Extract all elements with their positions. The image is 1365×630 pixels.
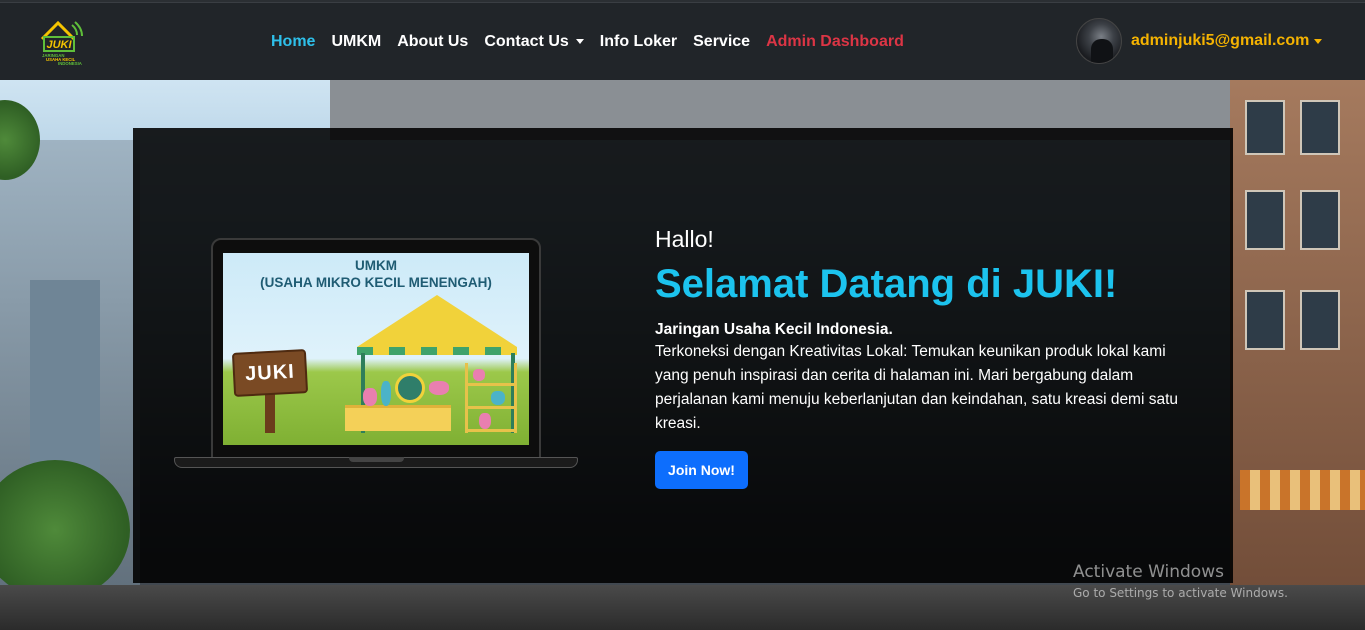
shop-awning xyxy=(1240,470,1365,510)
hero-headline: Selamat Datang di JUKI! xyxy=(655,262,1118,306)
main-nav: Home UMKM About Us Contact Us Info Loker… xyxy=(271,3,904,80)
pottery-icon xyxy=(479,413,491,429)
pottery-icon xyxy=(491,391,505,405)
hero-greeting: Hallo! xyxy=(655,226,714,252)
juki-sign: JUKI xyxy=(231,349,309,397)
hero-subheading: Jaringan Usaha Kecil Indonesia. xyxy=(655,321,893,338)
laptop-screen-frame: UMKM (USAHA MIKRO KECIL MENENGAH) JUKI xyxy=(211,238,541,459)
building-window xyxy=(1300,100,1340,155)
pottery-icon xyxy=(473,369,485,381)
building-window xyxy=(1300,190,1340,250)
hero-banner: UMKM (USAHA MIKRO KECIL MENENGAH) JUKI H… xyxy=(133,128,1233,583)
laptop-notch xyxy=(349,457,404,462)
nav-home[interactable]: Home xyxy=(271,33,315,51)
building-window xyxy=(1245,290,1285,350)
svg-text:JUKI: JUKI xyxy=(46,39,72,51)
chevron-down-icon xyxy=(1314,38,1323,44)
laptop-illustration: UMKM (USAHA MIKRO KECIL MENENGAH) JUKI xyxy=(174,238,578,470)
building-window xyxy=(1300,290,1340,350)
pottery-icon xyxy=(363,388,377,406)
navbar: JUKI JARINGAN USAHA KECIL INDONESIA Home… xyxy=(0,3,1365,80)
join-now-button[interactable]: Join Now! xyxy=(655,451,748,489)
nav-contact-us-dropdown[interactable]: Contact Us xyxy=(484,32,584,51)
nav-about-us[interactable]: About Us xyxy=(397,33,468,51)
user-menu-dropdown[interactable]: adminjuki5@gmail.com xyxy=(1076,18,1323,64)
building-window xyxy=(1245,190,1285,250)
pottery-icon xyxy=(381,381,391,406)
nav-info-loker[interactable]: Info Loker xyxy=(600,33,677,51)
umkm-illustration: UMKM (USAHA MIKRO KECIL MENENGAH) JUKI xyxy=(223,253,529,445)
chevron-down-icon xyxy=(575,39,584,44)
building xyxy=(1230,80,1365,630)
nav-admin-dashboard[interactable]: Admin Dashboard xyxy=(766,33,904,51)
watermark-title: Activate Windows xyxy=(1073,562,1224,582)
market-tent-valance xyxy=(357,347,517,355)
svg-text:INDONESIA: INDONESIA xyxy=(58,61,82,66)
user-email: adminjuki5@gmail.com xyxy=(1131,32,1310,49)
hero-description: Terkoneksi dengan Kreativitas Lokal: Tem… xyxy=(655,343,1179,432)
market-table xyxy=(345,405,451,431)
decorative-plate-icon xyxy=(395,373,425,403)
illustration-title-line1: UMKM xyxy=(355,258,397,273)
nav-service[interactable]: Service xyxy=(693,33,750,51)
illustration-title: UMKM (USAHA MIKRO KECIL MENENGAH) xyxy=(223,257,529,291)
market-tent-roof xyxy=(357,295,517,347)
watermark-subtitle: Go to Settings to activate Windows. xyxy=(1073,586,1288,600)
juki-logo[interactable]: JUKI JARINGAN USAHA KECIL INDONESIA xyxy=(38,17,84,67)
nav-umkm[interactable]: UMKM xyxy=(331,33,381,51)
user-avatar-icon xyxy=(1076,18,1122,64)
bowl-icon xyxy=(429,381,449,395)
activate-windows-watermark: Activate Windows Go to Settings to activ… xyxy=(1073,562,1288,604)
hero-text: Hallo! Selamat Datang di JUKI! Jaringan … xyxy=(655,224,1205,436)
building-window xyxy=(1245,100,1285,155)
illustration-title-line2: (USAHA MIKRO KECIL MENENGAH) xyxy=(260,275,492,290)
nav-contact-us-label: Contact Us xyxy=(484,32,569,50)
